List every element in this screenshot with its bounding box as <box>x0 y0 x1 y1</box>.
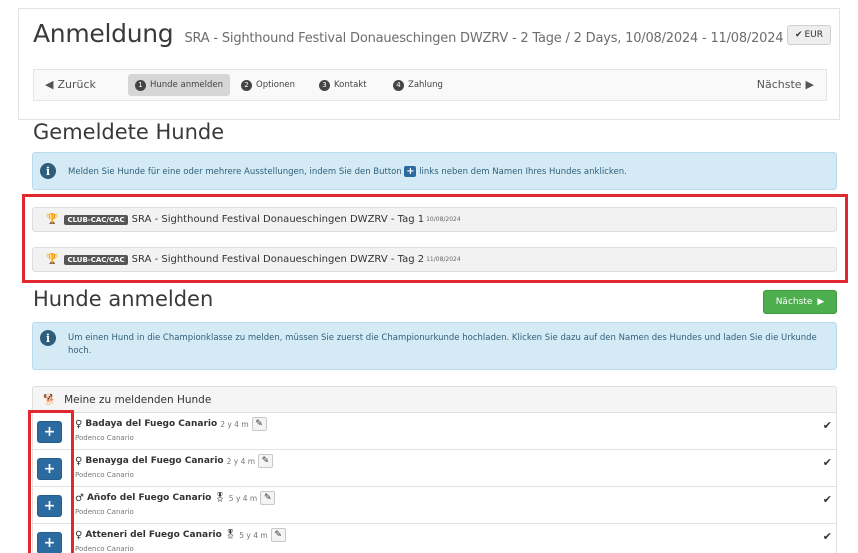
registered-info-box: i Melden Sie Hunde für eine oder mehrere… <box>32 152 837 190</box>
step-number: 2 <box>241 79 252 91</box>
dog-breed: Podenco Canario <box>75 508 134 516</box>
dog-age: 2 y 4 m <box>226 456 256 466</box>
next-button[interactable]: Nächste ▶ <box>757 78 814 91</box>
next-label: Nächste <box>775 297 813 307</box>
page-title-row: Anmeldung SRA - Sighthound Festival Dona… <box>33 19 784 48</box>
wizard-steps-bar: ◀ Zurück 1 Hunde anmelden 2 Optionen 3 K… <box>33 69 827 101</box>
award-ribbon-icon: 🎖 <box>224 530 237 540</box>
add-buttons-highlight-frame <box>28 410 74 553</box>
chevron-right-icon: ▶ <box>805 78 814 91</box>
panel-title: Meine zu meldenden Hunde <box>64 393 212 406</box>
checkmark-icon: ✔ <box>822 493 832 506</box>
registered-info-text: Melden Sie Hunde für eine oder mehrere A… <box>68 166 627 177</box>
step-label: Hunde anmelden <box>150 80 223 90</box>
dog-age: 5 y 4 m <box>239 530 268 540</box>
male-icon: ♂ <box>75 492 84 504</box>
currency-button[interactable]: ✔ EUR <box>787 25 831 45</box>
edit-button[interactable]: ✎ <box>270 528 286 542</box>
registration-header: Anmeldung SRA - Sighthound Festival Dona… <box>18 8 840 120</box>
my-dogs-panel: 🐕 Meine zu meldenden Hunde + ♀ Badaya de… <box>32 386 837 553</box>
step-label: Kontakt <box>334 80 367 90</box>
step-number: 4 <box>393 79 404 91</box>
info-circle-icon: i <box>40 163 56 179</box>
dog-name[interactable]: Benayga del Fuego Canario <box>85 456 223 466</box>
dog-age: 2 y 4 m <box>220 419 249 429</box>
step-zahlung[interactable]: 4 Zahlung <box>386 74 450 96</box>
checkmark-icon: ✔ <box>794 30 803 40</box>
dog-name[interactable]: Atteneri del Fuego Canario <box>85 530 221 540</box>
event-subtitle: SRA - Sighthound Festival Donaueschingen… <box>184 31 784 46</box>
dog-row: + ♀ Atteneri del Fuego Canario 🎖 5 y 4 m… <box>33 524 836 553</box>
next-button-green[interactable]: Nächste ▶ <box>763 290 837 314</box>
checkmark-icon: ✔ <box>822 419 832 432</box>
step-number: 3 <box>319 79 330 91</box>
shows-highlight-frame <box>22 194 848 283</box>
checkmark-icon: ✔ <box>822 530 832 543</box>
checkmark-icon: ✔ <box>822 456 832 469</box>
next-label: Nächste <box>756 78 802 91</box>
panel-header: 🐕 Meine zu meldenden Hunde <box>33 387 836 413</box>
edit-button[interactable]: ✎ <box>258 454 274 468</box>
step-hunde-anmelden[interactable]: 1 Hunde anmelden <box>128 74 230 96</box>
dog-icon: 🐕 <box>43 394 57 406</box>
back-button[interactable]: ◀ Zurück <box>45 78 96 91</box>
back-label: Zurück <box>57 78 96 91</box>
dog-age: 5 y 4 m <box>228 493 258 503</box>
dog-name[interactable]: Badaya del Fuego Canario <box>85 419 217 429</box>
step-number: 1 <box>135 79 146 91</box>
dog-name[interactable]: Añofo del Fuego Canario <box>87 493 211 503</box>
step-label: Optionen <box>256 80 295 90</box>
dog-breed: Podenco Canario <box>75 545 134 553</box>
dog-breed: Podenco Canario <box>75 434 134 442</box>
award-ribbon-icon: 🎖 <box>214 493 226 503</box>
step-optionen[interactable]: 2 Optionen <box>234 74 302 96</box>
step-label: Zahlung <box>408 80 443 90</box>
page-title: Anmeldung <box>33 19 174 48</box>
dog-breed: Podenco Canario <box>75 471 134 479</box>
edit-button[interactable]: ✎ <box>251 417 267 431</box>
champion-info-box: i Um einen Hund in die Championklasse zu… <box>32 322 837 370</box>
currency-label: EUR <box>804 30 824 40</box>
register-dogs-heading: Hunde anmelden <box>33 287 214 311</box>
dog-row: + ♂ Añofo del Fuego Canario 🎖 5 y 4 m ✎ … <box>33 487 836 524</box>
female-icon: ♀ <box>75 418 83 430</box>
female-icon: ♀ <box>75 455 83 467</box>
champion-info-text: Um einen Hund in die Championklasse zu m… <box>68 333 817 356</box>
female-icon: ♀ <box>75 529 83 541</box>
info-circle-icon: i <box>40 330 56 346</box>
dog-row: + ♀ Badaya del Fuego Canario 2 y 4 m ✎ P… <box>33 413 836 450</box>
registered-dogs-heading: Gemeldete Hunde <box>33 120 225 144</box>
dog-row: + ♀ Benayga del Fuego Canario 2 y 4 m ✎ … <box>33 450 836 487</box>
plus-icon: + <box>404 166 417 177</box>
chevron-right-icon: ▶ <box>817 297 825 307</box>
step-kontakt[interactable]: 3 Kontakt <box>312 74 374 96</box>
chevron-left-icon: ◀ <box>45 78 54 91</box>
edit-button[interactable]: ✎ <box>260 491 276 505</box>
